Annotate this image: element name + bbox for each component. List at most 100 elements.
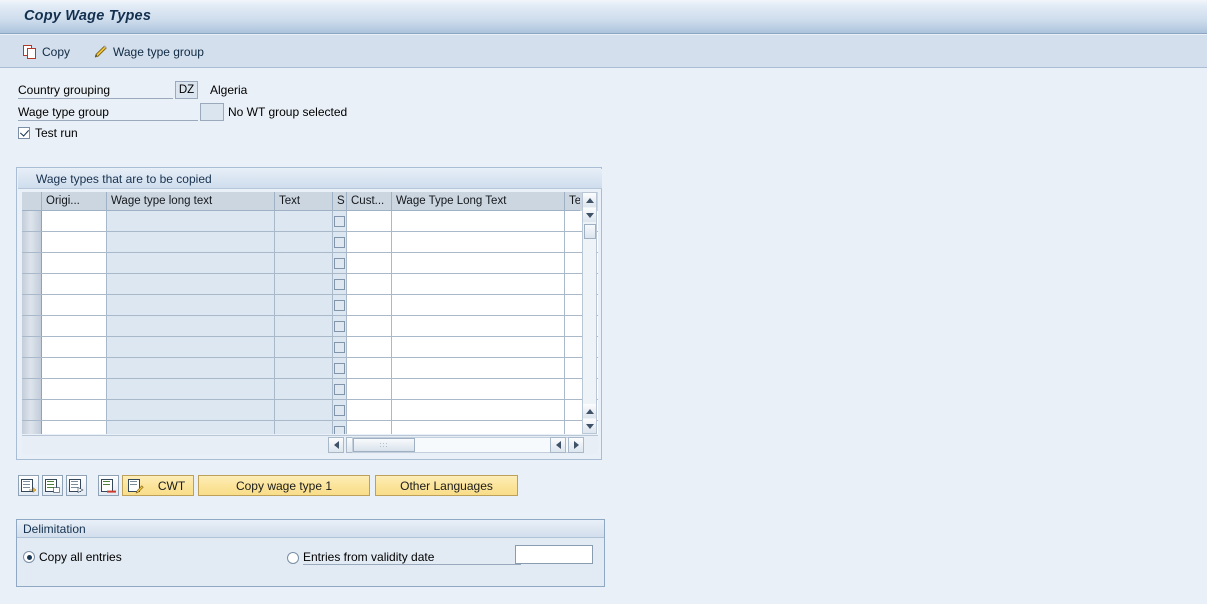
table-cell-wtlt2[interactable] [392,379,565,399]
row-checkbox[interactable] [334,257,345,269]
table-cell-cust[interactable] [347,295,392,315]
table-cell-text1[interactable] [275,211,333,231]
row-checkbox[interactable] [334,278,345,290]
table-cell-cust[interactable] [347,421,392,434]
paste-row-button[interactable] [66,475,87,496]
table-cell-wtlt2[interactable] [392,400,565,420]
table-cell-text1[interactable] [275,379,333,399]
scrollbar-thumb-vertical[interactable] [584,224,596,239]
table-cell-wtlt[interactable] [107,232,275,252]
radio-button-mark[interactable] [287,551,299,564]
table-cell-text1[interactable] [275,400,333,420]
table-cell-wtlt2[interactable] [392,358,565,378]
column-header-s[interactable]: S [333,192,347,210]
scroll-track-horizontal[interactable]: ::: [352,437,582,453]
other-languages-button[interactable]: Other Languages [375,475,518,496]
row-checkbox[interactable] [334,215,345,227]
table-cell-cust[interactable] [347,400,392,420]
table-row[interactable] [22,358,598,379]
table-cell-cust[interactable] [347,379,392,399]
table-cell-orig[interactable] [42,232,107,252]
column-header-text-1[interactable]: Text [275,192,333,210]
table-cell-wtlt[interactable] [107,421,275,434]
table-cell-orig[interactable] [42,274,107,294]
table-vertical-scrollbar[interactable] [582,192,597,434]
table-cell-cust[interactable] [347,211,392,231]
table-cell-wtlt[interactable] [107,316,275,336]
table-cell-text1[interactable] [275,295,333,315]
table-cell-s[interactable] [333,295,347,315]
column-header-wage-type-long-text[interactable]: Wage type long text [107,192,275,210]
row-checkbox[interactable] [334,425,345,434]
country-grouping-input[interactable] [175,81,198,99]
table-cell-s[interactable] [333,253,347,273]
wage-type-group-button[interactable]: Wage type group [88,40,209,64]
table-cell-sel[interactable] [22,421,42,434]
table-cell-orig[interactable] [42,295,107,315]
row-checkbox[interactable] [334,362,345,374]
table-cell-text1[interactable] [275,316,333,336]
table-cell-sel[interactable] [22,253,42,273]
table-cell-wtlt[interactable] [107,253,275,273]
delete-row-button[interactable] [98,475,119,496]
copy-all-entries-radio[interactable]: Copy all entries [23,550,122,564]
table-cell-sel[interactable] [22,232,42,252]
table-cell-wtlt[interactable] [107,379,275,399]
validity-date-input[interactable] [515,545,593,564]
table-row[interactable] [22,274,598,295]
table-cell-wtlt[interactable] [107,400,275,420]
scroll-left-icon[interactable] [328,437,344,453]
table-cell-cust[interactable] [347,274,392,294]
table-cell-wtlt2[interactable] [392,316,565,336]
table-row[interactable] [22,400,598,421]
table-cell-orig[interactable] [42,316,107,336]
table-cell-orig[interactable] [42,379,107,399]
row-checkbox[interactable] [334,236,345,248]
table-cell-cust[interactable] [347,337,392,357]
scroll-up-icon[interactable] [583,193,596,207]
table-cell-orig[interactable] [42,400,107,420]
table-cell-cust[interactable] [347,232,392,252]
table-row[interactable] [22,379,598,400]
table-cell-orig[interactable] [42,337,107,357]
table-cell-wtlt[interactable] [107,274,275,294]
table-row[interactable] [22,316,598,337]
table-cell-wtlt2[interactable] [392,295,565,315]
radio-button-mark[interactable] [23,551,35,563]
scroll-last-column-icon[interactable] [568,437,584,453]
table-cell-s[interactable] [333,337,347,357]
table-cell-sel[interactable] [22,400,42,420]
table-cell-s[interactable] [333,379,347,399]
table-cell-wtlt[interactable] [107,337,275,357]
entries-from-validity-date-radio[interactable]: Entries from validity date [287,550,521,565]
table-cell-wtlt2[interactable] [392,253,565,273]
insert-row-button[interactable] [18,475,39,496]
table-cell-sel[interactable] [22,316,42,336]
table-cell-s[interactable] [333,400,347,420]
scroll-page-up-icon[interactable] [583,404,596,418]
wage-type-group-input[interactable] [200,103,224,121]
table-cell-text1[interactable] [275,421,333,434]
table-cell-sel[interactable] [22,337,42,357]
test-run-checkbox[interactable]: Test run [18,126,78,140]
table-cell-text1[interactable] [275,358,333,378]
table-cell-orig[interactable] [42,211,107,231]
table-cell-orig[interactable] [42,358,107,378]
table-row[interactable] [22,295,598,316]
row-checkbox[interactable] [334,320,345,332]
table-cell-sel[interactable] [22,358,42,378]
table-cell-wtlt2[interactable] [392,421,565,434]
row-checkbox[interactable] [334,404,345,416]
copy-button[interactable]: Copy [18,40,75,64]
cwt-button[interactable]: CWT [122,475,194,496]
table-cell-text1[interactable] [275,337,333,357]
column-header-select[interactable] [22,192,42,210]
table-row[interactable] [22,421,598,434]
scrollbar-thumb-horizontal[interactable]: ::: [353,438,415,452]
table-cell-s[interactable] [333,211,347,231]
table-cell-wtlt2[interactable] [392,274,565,294]
scroll-page-down-icon[interactable] [583,419,596,433]
table-cell-s[interactable] [333,421,347,434]
table-cell-s[interactable] [333,232,347,252]
row-checkbox[interactable] [334,341,345,353]
